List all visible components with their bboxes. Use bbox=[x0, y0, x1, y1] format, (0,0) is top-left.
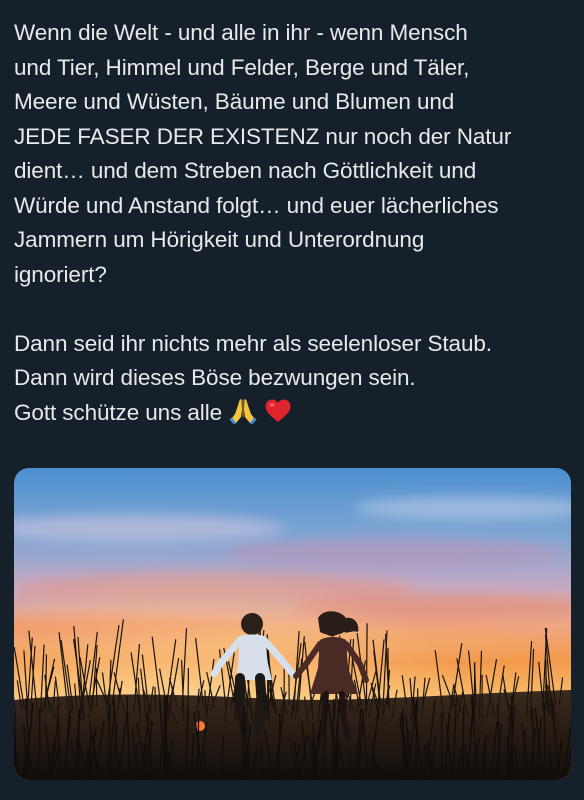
post-text-line: ignoriert? bbox=[14, 261, 107, 287]
post-text-line: JEDE FASER DER EXISTENZ nur noch der Nat… bbox=[14, 123, 512, 149]
grass-blade bbox=[332, 699, 335, 780]
grass-blade bbox=[365, 623, 368, 707]
grass-blade bbox=[506, 736, 510, 780]
post-text-last-line: Gott schütze uns alle bbox=[14, 396, 576, 435]
post-text-line: und Tier, Himmel und Felder, Berge und T… bbox=[14, 54, 470, 80]
post-text-line: Wenn die Welt - und alle in ihr - wenn M… bbox=[14, 20, 468, 45]
post: Wenn die Welt - und alle in ihr - wenn M… bbox=[0, 0, 584, 800]
grass-blade bbox=[242, 705, 245, 780]
post-text-line: Dann seid ihr nichts mehr als seelenlose… bbox=[14, 330, 492, 356]
grass-blade bbox=[402, 707, 405, 780]
post-text: Wenn die Welt - und alle in ihr - wenn M… bbox=[14, 16, 576, 434]
post-image[interactable] bbox=[14, 468, 571, 780]
post-text-line: dient… und dem Streben nach Göttlichkeit… bbox=[14, 158, 477, 183]
post-text-line: Gott schütze uns alle bbox=[14, 399, 223, 425]
sunset-children-photo bbox=[14, 468, 571, 780]
post-text-line: Jammern um Hörigkeit und Unterordnung bbox=[14, 227, 425, 252]
red-heart-icon bbox=[264, 398, 292, 435]
post-text-line: Dann wird dieses Böse bezwungen sein. bbox=[14, 365, 416, 390]
post-text-line: Würde und Anstand folgt… und euer lächer… bbox=[14, 192, 499, 218]
praying-hands-icon bbox=[228, 396, 258, 435]
post-text-line: Meere und Wüsten, Bäume und Blumen und bbox=[14, 89, 455, 114]
grass-blade bbox=[511, 695, 514, 780]
grass-blade bbox=[45, 654, 47, 710]
